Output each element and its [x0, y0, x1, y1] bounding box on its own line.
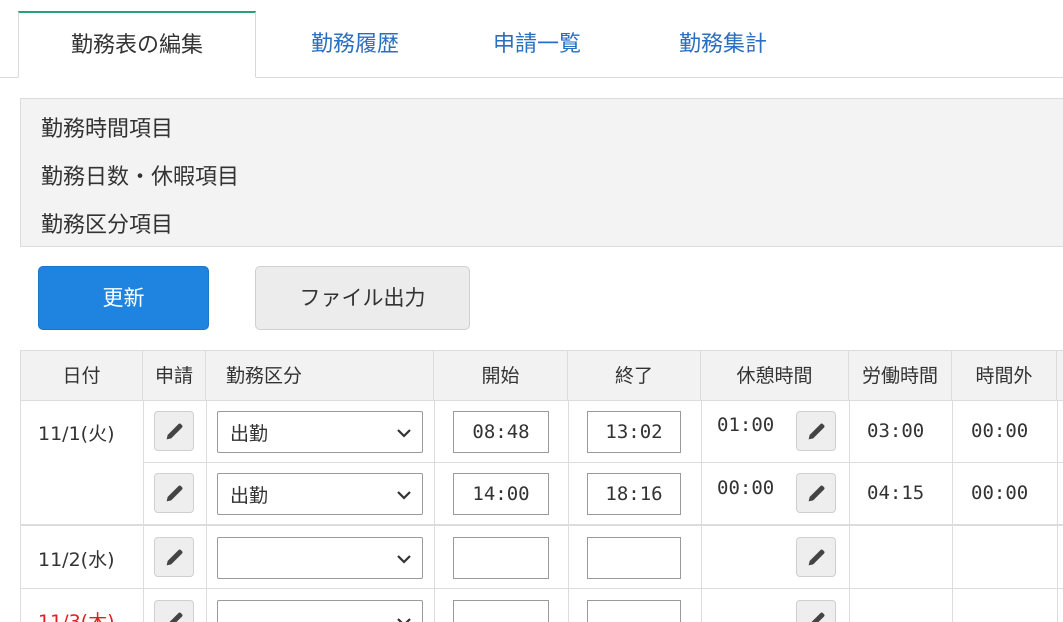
header-request: 申請: [143, 351, 206, 401]
start-time-input[interactable]: [453, 537, 549, 579]
header-start: 開始: [434, 351, 568, 401]
edit-request-button[interactable]: [154, 411, 194, 451]
tab-bar: 勤務表の編集 勤務履歴 申請一覧 勤務集計: [0, 0, 1063, 78]
chevron-down-icon: [397, 555, 411, 564]
overtime-value: 00:00: [971, 420, 1029, 442]
edit-break-button[interactable]: [796, 600, 836, 622]
row-divider: [21, 524, 1063, 526]
row-divider: [143, 462, 1063, 463]
row-date-holiday: 11/3(木): [38, 611, 115, 622]
pencil-icon: [808, 485, 825, 502]
tab-request-list[interactable]: 申請一覧: [462, 12, 612, 78]
link-work-time-items[interactable]: 勤務時間項目: [41, 111, 173, 143]
header-break: 休憩時間: [701, 351, 849, 401]
work-hours-value: 03:00: [867, 420, 925, 442]
item-links-panel: 勤務時間項目 勤務日数・休暇項目 勤務区分項目: [20, 98, 1063, 247]
start-time-input[interactable]: 08:48: [453, 411, 549, 453]
chevron-down-icon: [397, 618, 411, 622]
end-time-input[interactable]: [587, 537, 681, 579]
header-work-hours: 労働時間: [849, 351, 952, 401]
edit-break-button[interactable]: [796, 537, 836, 577]
end-time-input[interactable]: 18:16: [587, 473, 681, 515]
tab-work-summary[interactable]: 勤務集計: [648, 12, 798, 78]
chevron-down-icon: [397, 491, 411, 500]
pencil-icon: [808, 423, 825, 440]
work-category-select[interactable]: [217, 537, 423, 579]
update-button[interactable]: 更新: [38, 266, 209, 330]
edit-request-button[interactable]: [154, 600, 194, 622]
file-output-button[interactable]: ファイル出力: [255, 266, 470, 330]
edit-request-button[interactable]: [154, 537, 194, 577]
start-time-input[interactable]: [453, 600, 549, 622]
end-time-input[interactable]: [587, 600, 681, 622]
header-category: 勤務区分: [206, 351, 434, 401]
tab-work-history[interactable]: 勤務履歴: [280, 12, 430, 78]
row-divider: [21, 588, 1063, 589]
break-time-value: 01:00: [717, 414, 775, 436]
header-overtime: 時間外: [952, 351, 1057, 401]
pencil-icon: [808, 549, 825, 566]
edit-request-button[interactable]: [154, 473, 194, 513]
select-value: 出勤: [230, 485, 269, 507]
link-workdays-leave-items[interactable]: 勤務日数・休暇項目: [41, 159, 239, 191]
work-hours-value: 04:15: [867, 482, 925, 504]
timesheet-table: 日付 申請 勤務区分 開始 終了 休憩時間 労働時間 時間外 11/1(火) 出…: [20, 350, 1063, 622]
chevron-down-icon: [397, 429, 411, 438]
end-time-input[interactable]: 13:02: [587, 411, 681, 453]
pencil-icon: [166, 423, 183, 440]
row-date: 11/1(火): [38, 423, 115, 445]
table-header: 日付 申請 勤務区分 開始 終了 休憩時間 労働時間 時間外: [21, 350, 1063, 401]
work-category-select[interactable]: [217, 600, 423, 622]
edit-break-button[interactable]: [796, 473, 836, 513]
start-time-input[interactable]: 14:00: [453, 473, 549, 515]
pencil-icon: [166, 549, 183, 566]
break-time-value: 00:00: [717, 477, 775, 499]
edit-break-button[interactable]: [796, 411, 836, 451]
pencil-icon: [166, 485, 183, 502]
header-date: 日付: [21, 351, 143, 401]
work-category-select[interactable]: 出勤: [217, 411, 423, 453]
pencil-icon: [169, 612, 183, 622]
overtime-value: 00:00: [971, 482, 1029, 504]
pencil-icon: [811, 612, 825, 622]
row-date: 11/2(水): [38, 549, 115, 571]
select-value: 出勤: [230, 423, 269, 445]
link-work-category-items[interactable]: 勤務区分項目: [41, 207, 173, 239]
tab-edit-timesheet[interactable]: 勤務表の編集: [18, 11, 256, 78]
header-end: 終了: [568, 351, 701, 401]
work-category-select[interactable]: 出勤: [217, 473, 423, 515]
